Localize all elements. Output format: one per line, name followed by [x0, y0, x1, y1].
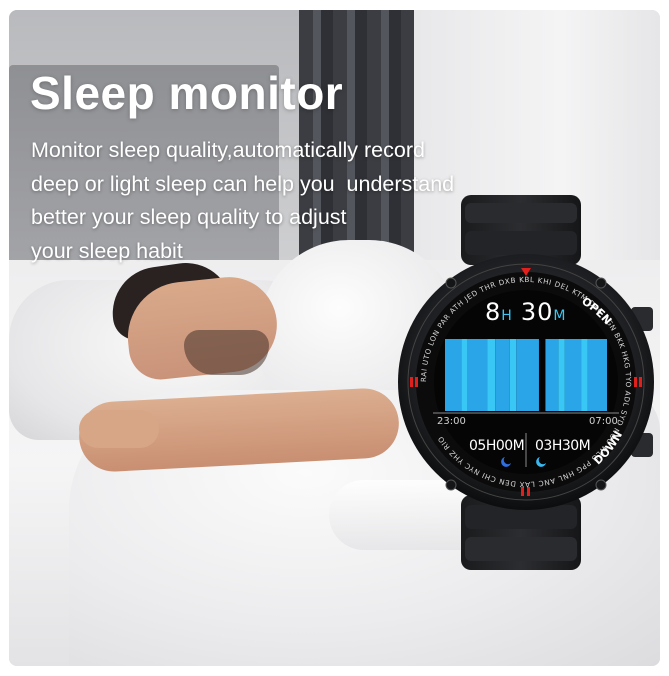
time-hours: 8 [485, 298, 502, 326]
deep-sleep-bar [509, 339, 517, 411]
time-minutes-unit: M [553, 308, 567, 324]
watch-strap-bottom-segment [465, 537, 577, 561]
watch-screw [445, 479, 457, 491]
smartwatch: RAI UTO LON PAR ATH JED THR DXB KBL KHI … [393, 195, 663, 570]
sleeping-person-beard [184, 330, 269, 375]
watch-left-marker [415, 377, 418, 387]
watch-strap-top-segment [465, 203, 577, 223]
deep-sleep-bar [461, 339, 468, 411]
watch-left-marker [410, 377, 413, 387]
sleep-start-time: 23:00 [437, 416, 466, 427]
time-display: 8H 30M [485, 298, 566, 326]
light-sleep-bar [545, 339, 559, 411]
smartwatch-body-svg: RAI UTO LON PAR ATH JED THR DXB KBL KHI … [398, 195, 654, 570]
headline: Sleep monitor [30, 67, 344, 119]
watch-screw [595, 277, 607, 289]
watch-screw [595, 479, 607, 491]
deep-sleep-duration: 05H00M [469, 438, 525, 454]
light-sleep-bar [564, 339, 582, 411]
deep-sleep-bar [558, 339, 565, 411]
sleeping-person-hand [79, 410, 159, 448]
light-sleep-bar [467, 339, 488, 411]
light-sleep-bar [587, 339, 607, 411]
deep-sleep-bar [487, 339, 496, 411]
sleep-end-time: 07:00 [589, 416, 618, 427]
description-line: Monitor sleep quality,automatically reco… [31, 138, 425, 162]
watch-strap-top-segment [465, 231, 577, 255]
watch-right-marker [634, 377, 637, 387]
light-sleep-bar [516, 339, 539, 411]
deep-sleep-bar [581, 339, 588, 411]
watch-right-marker [639, 377, 642, 387]
light-sleep-bar [495, 339, 510, 411]
time-hours-unit: H [501, 308, 513, 324]
watch-screw [445, 277, 457, 289]
sleep-chart [445, 339, 607, 411]
light-sleep-duration: 03H30M [535, 438, 591, 454]
time-minutes: 30 [520, 298, 554, 326]
light-sleep-bar [445, 339, 462, 411]
